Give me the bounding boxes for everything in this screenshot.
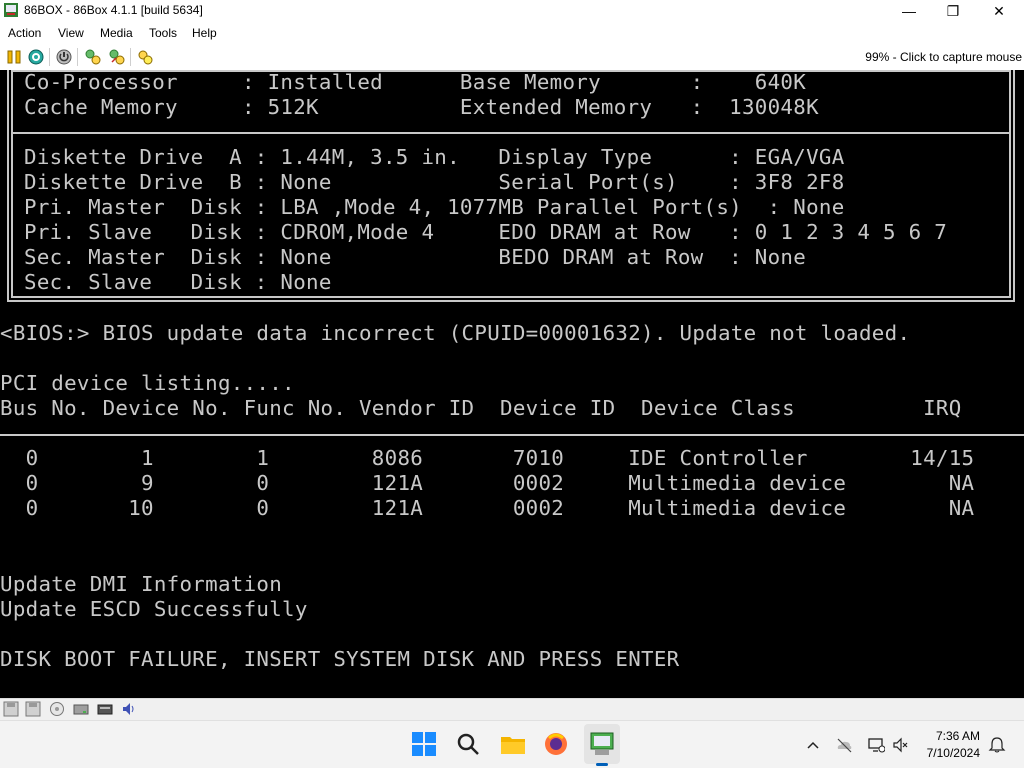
volume-muted-icon[interactable] (892, 736, 910, 754)
ctrl-alt-del-icon[interactable] (136, 48, 154, 66)
sound-icon[interactable] (121, 701, 137, 717)
pci-row: 0 10 0 121A 0002 Multimedia device NA (0, 496, 975, 520)
bios-summary-divider (11, 132, 1011, 134)
network-icon[interactable] (867, 736, 886, 754)
settings-icon[interactable] (84, 48, 102, 66)
toolbar: 99% - Click to capture mouse (0, 44, 1024, 70)
keyboard-icon[interactable] (97, 701, 113, 717)
reset-icon[interactable] (27, 48, 45, 66)
maximize-button[interactable]: ❐ (930, 0, 976, 22)
pci-row: 0 1 1 8086 7010 IDE Controller 14/15 (0, 446, 975, 470)
escd-message: Update ESCD Successfully (0, 597, 308, 621)
chevron-up-icon[interactable] (804, 736, 822, 754)
cpuid-message: <BIOS:> BIOS update data incorrect (CPUI… (0, 321, 911, 345)
summary-line: Diskette Drive A : 1.44M, 3.5 in. Displa… (24, 145, 845, 169)
toolbar-separator (130, 48, 131, 66)
taskbar: 7:36 AM 7/10/2024 (0, 720, 1024, 768)
summary-line: Sec. Master Disk : None BEDO DRAM at Row… (24, 245, 807, 269)
summary-line: Cache Memory : 512K Extended Memory : 13… (24, 95, 819, 119)
toolbar-separator (77, 48, 78, 66)
pci-title: PCI device listing..... (0, 371, 295, 395)
window-title: 86BOX - 86Box 4.1.1 [build 5634] (24, 3, 203, 17)
cdrom-icon[interactable] (49, 701, 65, 717)
pci-row: 0 9 0 121A 0002 Multimedia device NA (0, 471, 975, 495)
menu-action[interactable]: Action (8, 26, 41, 40)
file-explorer-icon[interactable] (498, 729, 528, 759)
boot-failure-message: DISK BOOT FAILURE, INSERT SYSTEM DISK AN… (0, 647, 680, 671)
menu-bar: Action View Media Tools Help (0, 22, 1024, 44)
hard-reset-icon[interactable] (108, 48, 126, 66)
menu-help[interactable]: Help (192, 26, 217, 40)
floppy-b-icon[interactable] (25, 701, 41, 717)
power-icon[interactable] (55, 48, 73, 66)
summary-line: Pri. Slave Disk : CDROM,Mode 4 EDO DRAM … (24, 220, 948, 244)
summary-line: Pri. Master Disk : LBA ,Mode 4, 1077MB P… (24, 195, 845, 219)
status-bar (0, 698, 1024, 720)
active-app-indicator (596, 763, 608, 766)
notification-icon[interactable] (988, 736, 1006, 754)
title-bar: 86BOX - 86Box 4.1.1 [build 5634] — ❐ ✕ (0, 0, 1024, 22)
close-button[interactable]: ✕ (976, 0, 1022, 22)
86box-app-icon[interactable] (4, 3, 18, 17)
menu-view[interactable]: View (58, 26, 84, 40)
pci-header: Bus No. Device No. Func No. Vendor ID De… (0, 396, 962, 420)
toolbar-separator (49, 48, 50, 66)
clock-date[interactable]: 7/10/2024 (927, 746, 980, 760)
summary-line: Diskette Drive B : None Serial Port(s) :… (24, 170, 845, 194)
capture-mouse-status[interactable]: 99% - Click to capture mouse (865, 50, 1022, 64)
floppy-a-icon[interactable] (3, 701, 19, 717)
start-icon[interactable] (409, 729, 439, 759)
minimize-button[interactable]: — (886, 0, 932, 22)
hard-disk-icon[interactable] (73, 701, 89, 717)
86box-icon[interactable] (587, 729, 617, 759)
onedrive-icon[interactable] (835, 736, 853, 754)
emulator-screen[interactable]: Co-Processor : Installed Base Memory : 6… (0, 70, 1024, 698)
menu-tools[interactable]: Tools (149, 26, 177, 40)
search-icon[interactable] (453, 729, 483, 759)
clock-time[interactable]: 7:36 AM (936, 729, 980, 743)
dmi-message: Update DMI Information (0, 572, 283, 596)
pause-icon[interactable] (5, 48, 23, 66)
firefox-icon[interactable] (541, 729, 571, 759)
summary-line: Co-Processor : Installed Base Memory : 6… (24, 70, 807, 94)
menu-media[interactable]: Media (100, 26, 133, 40)
pci-header-rule (0, 434, 1024, 436)
summary-line: Sec. Slave Disk : None (24, 270, 332, 294)
